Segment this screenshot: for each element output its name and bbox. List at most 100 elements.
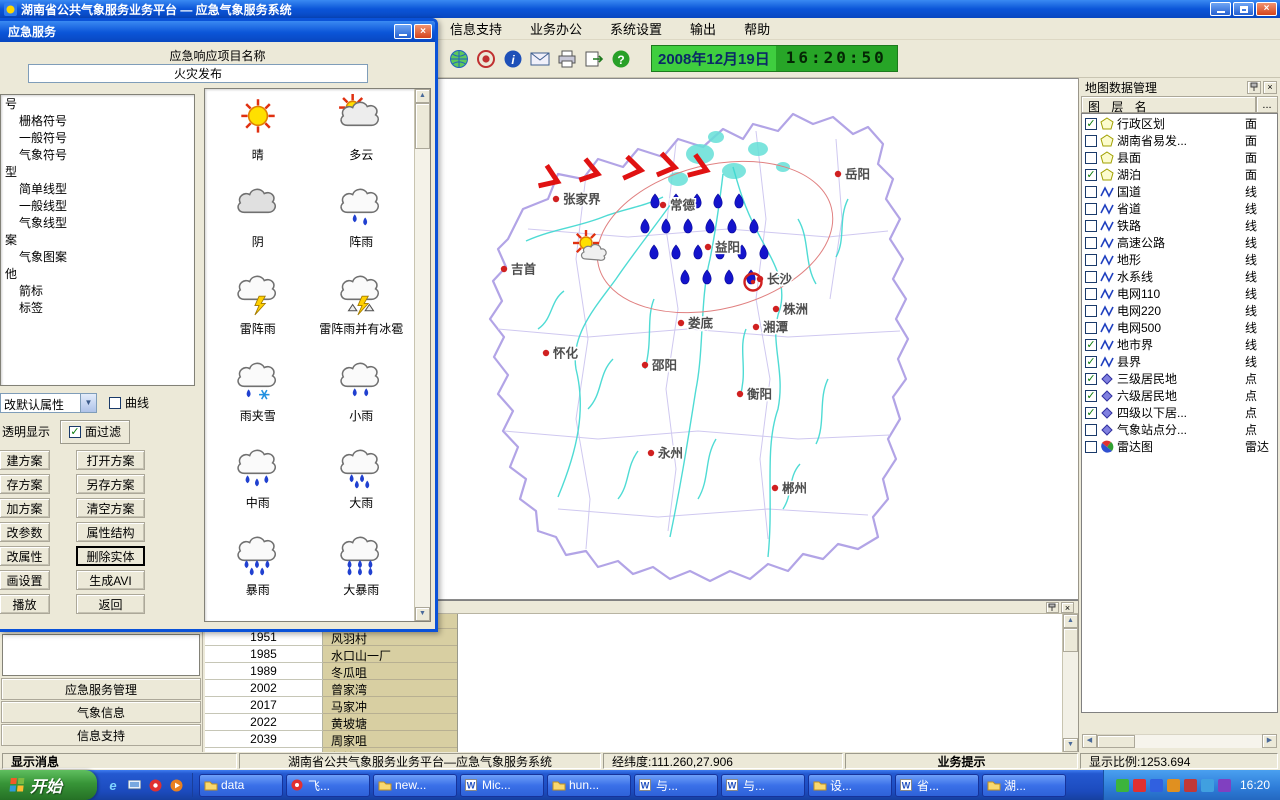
weather-symbol-overcast[interactable]: 阴 <box>206 177 310 264</box>
weather-symbol-thunderstorm-hail[interactable]: 雷阵雨并有冰雹 <box>310 264 414 351</box>
map-panel[interactable]: 张家界岳阳常德益阳长沙吉首娄底株洲湘潭怀化邵阳衡阳永州郴州 <box>437 78 1079 600</box>
layer-column-header[interactable]: 图 层 名 <box>1081 96 1256 113</box>
im-icon[interactable] <box>1133 779 1146 792</box>
safety-icon[interactable] <box>1201 779 1214 792</box>
layer-row-四级以下居...[interactable]: ✓四级以下居...点 <box>1082 404 1277 421</box>
maximize-button[interactable] <box>1233 2 1254 16</box>
task-button-与...[interactable]: W与... <box>634 774 718 797</box>
task-button-与...[interactable]: W与... <box>721 774 805 797</box>
print-icon[interactable] <box>556 48 578 70</box>
layer-row-高速公路[interactable]: 高速公路线 <box>1082 234 1277 251</box>
tree-item-气象符号[interactable]: 气象符号 <box>1 146 194 163</box>
task-button-hun...[interactable]: hun... <box>547 774 631 797</box>
layer-checkbox[interactable] <box>1085 186 1097 198</box>
scroll-thumb[interactable] <box>415 103 430 149</box>
tree-item-标签[interactable]: 标签 <box>1 299 194 316</box>
task-button-data[interactable]: data <box>199 774 283 797</box>
layer-checkbox[interactable] <box>1085 424 1097 436</box>
table-row[interactable]: 2017马家冲 <box>205 697 457 714</box>
layer-row-地市界[interactable]: ✓地市界线 <box>1082 336 1277 353</box>
city-marker-张家界[interactable]: 张家界 <box>553 192 601 207</box>
layer-checkbox[interactable] <box>1085 203 1097 215</box>
close-panel-icon[interactable]: × <box>1061 602 1074 613</box>
layer-row-三级居民地[interactable]: ✓三级居民地点 <box>1082 370 1277 387</box>
city-marker-常德[interactable]: 常德 <box>660 198 696 213</box>
scroll-down-icon[interactable]: ▼ <box>415 607 430 621</box>
layer-row-电网220[interactable]: 电网220线 <box>1082 302 1277 319</box>
scroll-up-icon[interactable]: ▲ <box>415 89 430 103</box>
city-marker-岳阳[interactable]: 岳阳 <box>835 167 870 182</box>
layer-checkbox[interactable] <box>1085 305 1097 317</box>
weather-symbol-rainstorm[interactable]: 暴雨 <box>206 525 310 612</box>
layer-checkbox[interactable]: ✓ <box>1085 390 1097 402</box>
table-row[interactable]: 2039周家咀 <box>205 731 457 748</box>
update-icon[interactable] <box>1218 779 1231 792</box>
antivirus-icon[interactable] <box>1116 779 1129 792</box>
panel-button-气象信息[interactable]: 气象信息 <box>1 701 201 723</box>
button-删除实体[interactable]: 删除实体 <box>76 546 145 566</box>
button-打开方案[interactable]: 打开方案 <box>76 450 145 470</box>
default-attribute-combo[interactable]: 改默认属性 ▼ <box>0 393 97 413</box>
tree-item-号[interactable]: 号 <box>1 95 194 112</box>
panel-button-应急服务管理[interactable]: 应急服务管理 <box>1 678 201 700</box>
scroll-down-icon[interactable]: ▼ <box>1063 738 1078 752</box>
layer-row-六级居民地[interactable]: ✓六级居民地点 <box>1082 387 1277 404</box>
layer-row-行政区划[interactable]: ✓行政区划面 <box>1082 115 1277 132</box>
info-icon[interactable]: i <box>502 48 524 70</box>
scroll-thumb[interactable] <box>1063 628 1078 652</box>
scroll-up-icon[interactable]: ▲ <box>1063 614 1078 628</box>
menu-item-信息支持[interactable]: 信息支持 <box>450 19 502 38</box>
fetion-icon[interactable] <box>1184 779 1197 792</box>
minimize-button[interactable] <box>1210 2 1231 16</box>
layer-row-电网110[interactable]: 电网110线 <box>1082 285 1277 302</box>
tree-item-简单线型[interactable]: 简单线型 <box>1 180 194 197</box>
ie-icon[interactable]: e <box>105 777 121 793</box>
layer-checkbox[interactable] <box>1085 237 1097 249</box>
weather-symbol-heavy-rain[interactable]: 大雨 <box>310 438 414 525</box>
city-marker-永州[interactable]: 永州 <box>648 446 683 461</box>
tree-item-栅格符号[interactable]: 栅格符号 <box>1 112 194 129</box>
layer-checkbox[interactable]: ✓ <box>1085 356 1097 368</box>
help-icon[interactable]: ? <box>610 48 632 70</box>
scroll-right-icon[interactable]: ▶ <box>1262 734 1277 748</box>
button-画设置[interactable]: 画设置 <box>0 570 50 590</box>
menu-item-业务办公[interactable]: 业务办公 <box>530 19 582 38</box>
table-row[interactable]: 1989冬瓜咀 <box>205 663 457 680</box>
menu-item-输出[interactable]: 输出 <box>690 19 716 38</box>
weather-symbol-cloudy[interactable]: 多云 <box>310 90 414 177</box>
layer-checkbox[interactable] <box>1085 322 1097 334</box>
tree-item-型[interactable]: 型 <box>1 163 194 180</box>
layer-checkbox[interactable] <box>1085 254 1097 266</box>
tree-item-箭标[interactable]: 箭标 <box>1 282 194 299</box>
scroll-thumb[interactable] <box>1097 735 1135 748</box>
city-marker-娄底[interactable]: 娄底 <box>678 316 714 331</box>
layer-checkbox[interactable]: ✓ <box>1085 118 1097 130</box>
volume-icon[interactable] <box>1150 779 1163 792</box>
weather-symbol-light-rain[interactable]: 小雨 <box>310 351 414 438</box>
layer-checkbox[interactable]: ✓ <box>1085 373 1097 385</box>
tree-item-一般符号[interactable]: 一般符号 <box>1 129 194 146</box>
task-button-设...[interactable]: 设... <box>808 774 892 797</box>
pin-icon[interactable] <box>1247 81 1261 94</box>
table-row[interactable]: 2002曾家湾 <box>205 680 457 697</box>
table-row[interactable]: 1985水口山一厂 <box>205 646 457 663</box>
city-marker-益阳[interactable]: 益阳 <box>705 240 740 255</box>
vertical-scrollbar[interactable]: ▲ ▼ <box>1062 614 1078 752</box>
weather-symbol-heavy-rainstorm[interactable]: 大暴雨 <box>310 525 414 612</box>
project-name-input[interactable] <box>28 64 368 83</box>
layer-checkbox[interactable] <box>1085 220 1097 232</box>
layer-checkbox[interactable]: ✓ <box>1085 339 1097 351</box>
layer-checkbox[interactable]: ✓ <box>1085 169 1097 181</box>
fetion-icon[interactable] <box>147 777 163 793</box>
button-清空方案[interactable]: 清空方案 <box>76 498 145 518</box>
tree-item-他[interactable]: 他 <box>1 265 194 282</box>
map-canvas[interactable]: 张家界岳阳常德益阳长沙吉首娄底株洲湘潭怀化邵阳衡阳永州郴州 <box>438 79 1078 599</box>
layer-row-水系线[interactable]: 水系线线 <box>1082 268 1277 285</box>
tree-item-气象图案[interactable]: 气象图案 <box>1 248 194 265</box>
more-button[interactable]: ... <box>1256 96 1278 113</box>
button-改属性[interactable]: 改属性 <box>0 546 50 566</box>
tree-item-案[interactable]: 案 <box>1 231 194 248</box>
vertical-scrollbar[interactable]: ▲ ▼ <box>414 89 430 621</box>
pin-icon[interactable] <box>1046 602 1059 613</box>
button-另存方案[interactable]: 另存方案 <box>76 474 145 494</box>
